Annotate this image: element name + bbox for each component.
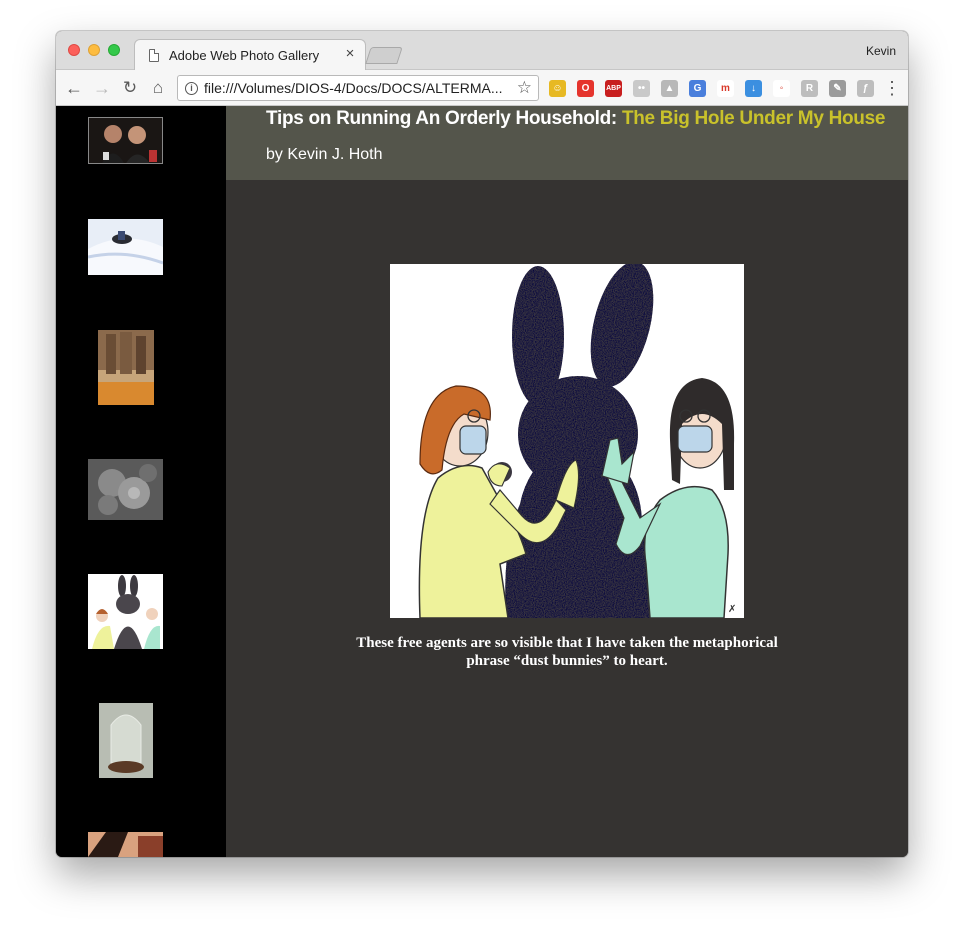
drive-ext-icon[interactable]: ▲ xyxy=(661,80,678,97)
reload-icon[interactable]: ↻ xyxy=(120,78,140,98)
thumbnail-4[interactable] xyxy=(88,459,163,520)
forward-arrow-icon[interactable]: → xyxy=(92,78,112,98)
tab-active[interactable]: Adobe Web Photo Gallery × xyxy=(134,39,366,71)
r-ext-icon[interactable]: R xyxy=(801,80,818,97)
menu-icon[interactable]: ⋮ xyxy=(882,78,902,98)
browser-window: Adobe Web Photo Gallery × Kevin ← → ↻ ⌂ … xyxy=(56,31,908,857)
flash-ext-icon[interactable]: ƒ xyxy=(857,80,874,97)
zoom-window-button[interactable] xyxy=(108,44,120,56)
flickr-ext-icon[interactable]: •• xyxy=(633,80,650,97)
thumbnail-3[interactable] xyxy=(98,330,154,405)
cast-ext-icon[interactable]: ◦ xyxy=(773,80,790,97)
thumbnail-6[interactable] xyxy=(99,703,153,778)
tab-close-icon[interactable]: × xyxy=(343,45,357,62)
title-main: Tips on Running An Orderly Household: xyxy=(266,108,622,129)
browser-toolbar: ← → ↻ ⌂ i file:///Volumes/DIOS-4/Docs/DO… xyxy=(56,70,908,106)
m-ext-icon[interactable]: m xyxy=(717,80,734,97)
page-content: Tips on Running An Orderly Household: Th… xyxy=(56,106,908,857)
smiley-ext-icon[interactable]: ☺ xyxy=(549,80,566,97)
new-tab-button[interactable] xyxy=(365,47,403,64)
tab-title: Adobe Web Photo Gallery xyxy=(169,48,320,63)
thumbnail-7[interactable] xyxy=(88,832,163,857)
translate-ext-icon[interactable]: G xyxy=(689,80,706,97)
tab-strip: Adobe Web Photo Gallery × Kevin xyxy=(56,31,908,71)
main-photo: ✗ xyxy=(390,264,744,618)
minimize-window-button[interactable] xyxy=(88,44,100,56)
url-text[interactable]: file:///Volumes/DIOS-4/Docs/DOCS/ALTERMA… xyxy=(204,80,510,96)
title-highlight: The Big Hole Under My House xyxy=(621,108,886,129)
photo-caption: These free agents are so visible that I … xyxy=(356,635,778,669)
page-icon xyxy=(149,49,159,62)
thumbnail-sidebar xyxy=(56,106,226,857)
info-icon[interactable]: i xyxy=(185,82,198,95)
thumbnail-2[interactable] xyxy=(88,219,163,275)
back-arrow-icon[interactable]: ← xyxy=(64,78,84,98)
page-header: Tips on Running An Orderly Household: Th… xyxy=(226,106,908,180)
download-ext-icon[interactable]: ↓ xyxy=(745,80,762,97)
tool-ext-icon[interactable]: ✎ xyxy=(829,80,846,97)
adblock-plus-icon[interactable]: ABP xyxy=(605,80,622,97)
opera-ext-icon[interactable]: O xyxy=(577,80,594,97)
close-window-button[interactable] xyxy=(68,44,80,56)
bookmark-star-icon[interactable]: ☆ xyxy=(517,78,532,98)
thumbnail-1[interactable] xyxy=(88,117,163,164)
byline: by Kevin J. Hoth xyxy=(266,146,383,163)
page-title: Tips on Running An Orderly Household: Th… xyxy=(266,108,885,130)
profile-name[interactable]: Kevin xyxy=(866,44,896,58)
home-icon[interactable]: ⌂ xyxy=(148,78,168,98)
address-bar[interactable]: i file:///Volumes/DIOS-4/Docs/DOCS/ALTER… xyxy=(177,75,539,101)
svg-text:✗: ✗ xyxy=(728,604,736,615)
thumbnail-5[interactable] xyxy=(88,574,163,649)
